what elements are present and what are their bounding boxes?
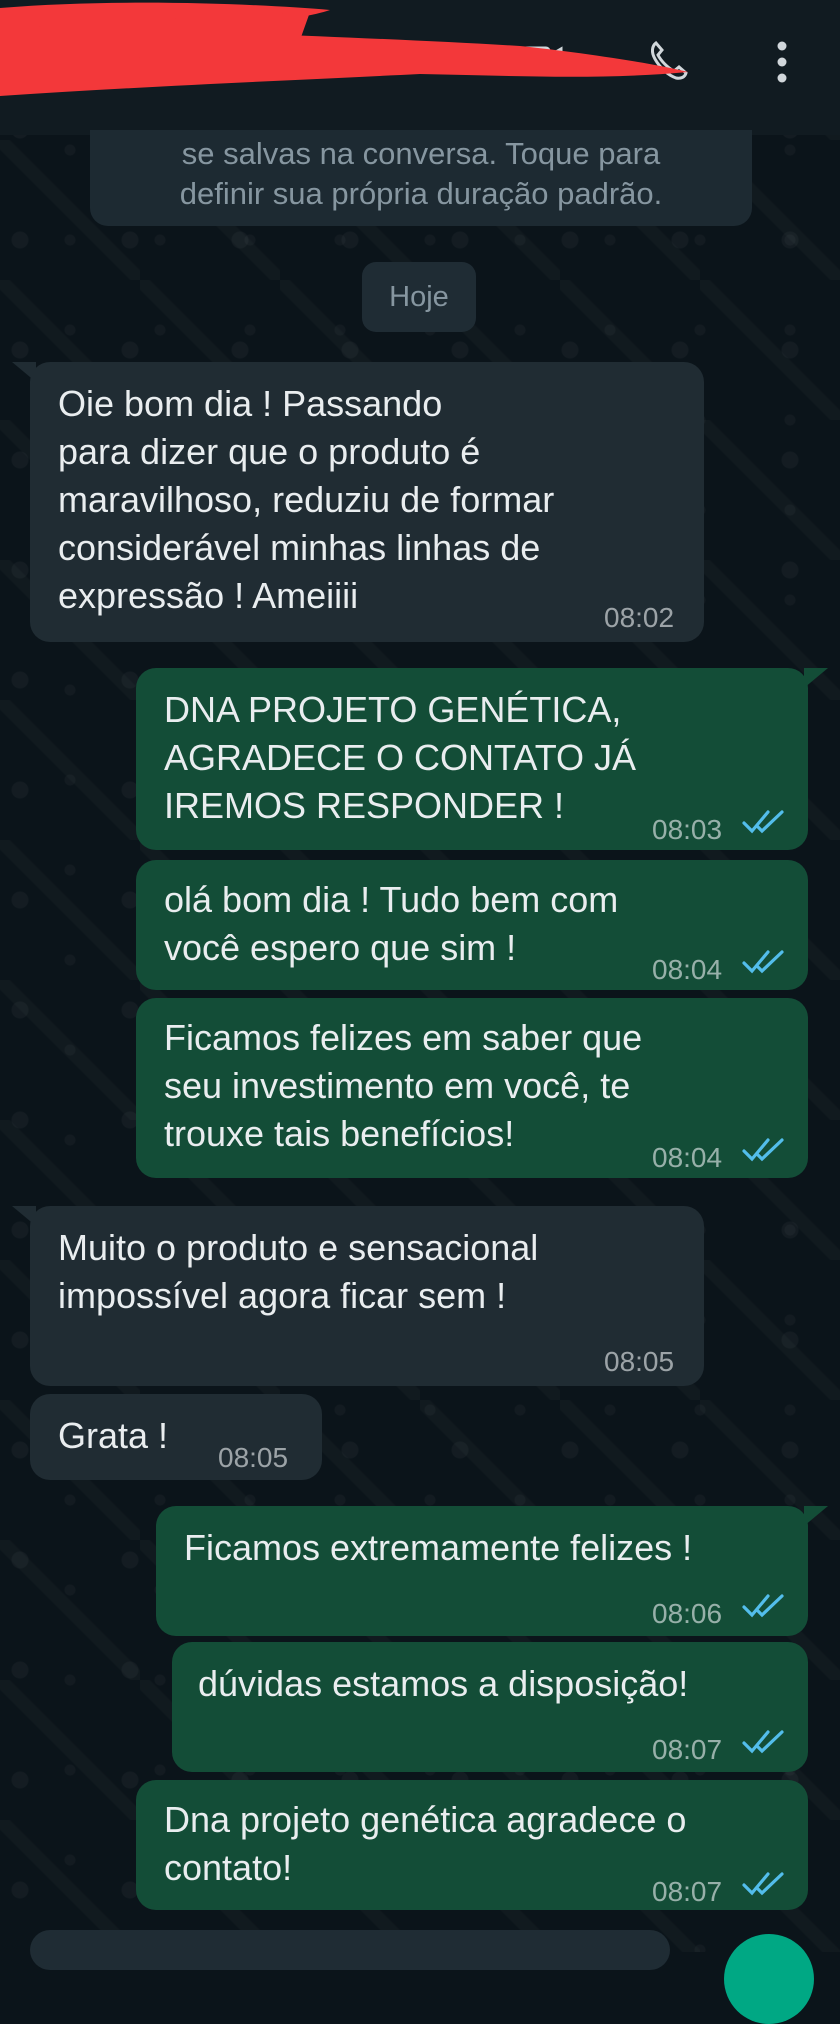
- message-time: 08:07: [652, 1734, 723, 1765]
- message-time: 08:05: [218, 1442, 289, 1473]
- chat-header: [0, 0, 840, 135]
- message-line: Ficamos extremamente felizes !: [184, 1527, 693, 1568]
- message-line: maravilhoso, reduziu de formar: [58, 479, 555, 520]
- read-ticks-icon: [742, 1872, 784, 1896]
- message-line: para dizer que o produto é: [58, 431, 481, 472]
- message-time: 08:06: [652, 1598, 723, 1629]
- message-line: DNA PROJETO GENÉTICA,: [164, 689, 622, 730]
- notice-line-2: definir sua própria duração padrão.: [179, 176, 663, 211]
- mic-button[interactable]: [724, 1934, 814, 2024]
- redaction-scribble: [0, 2, 688, 97]
- message-input-bar[interactable]: [30, 1930, 670, 1970]
- more-vert-icon[interactable]: [770, 40, 794, 89]
- outgoing-message[interactable]: olá bom dia ! Tudo bem com você espero q…: [136, 860, 808, 990]
- message-time: 08:03: [652, 814, 723, 845]
- read-ticks-icon: [742, 1730, 784, 1754]
- message-line: Grata !: [58, 1415, 169, 1456]
- incoming-message[interactable]: Oie bom dia ! Passando para dizer que o …: [30, 362, 704, 642]
- notice-line-1: se salvas na conversa. Toque para: [181, 136, 661, 171]
- incoming-message[interactable]: Grata ! 08:05: [30, 1394, 322, 1480]
- read-ticks-icon: [742, 950, 784, 974]
- disappearing-messages-notice[interactable]: se salvas na conversa. Toque para defini…: [90, 130, 752, 226]
- message-line: Muito o produto e sensacional: [58, 1227, 539, 1268]
- outgoing-message[interactable]: Dna projeto genética agradece o contato!…: [136, 1780, 808, 1910]
- message-time: 08:07: [652, 1876, 723, 1907]
- read-ticks-icon: [742, 1138, 784, 1162]
- outgoing-message[interactable]: dúvidas estamos a disposição! 08:07: [172, 1642, 808, 1772]
- outgoing-message[interactable]: Ficamos extremamente felizes ! 08:06: [156, 1506, 808, 1636]
- message-time: 08:05: [604, 1346, 675, 1377]
- message-line: Oie bom dia ! Passando: [58, 383, 443, 424]
- message-line: você espero que sim !: [164, 927, 517, 968]
- message-line: dúvidas estamos a disposição!: [198, 1663, 689, 1704]
- incoming-message[interactable]: Muito o produto e sensacional impossível…: [30, 1206, 704, 1386]
- message-line: trouxe tais benefícios!: [164, 1113, 515, 1154]
- read-ticks-icon: [742, 1594, 784, 1618]
- message-line: Ficamos felizes em saber que: [164, 1017, 643, 1058]
- read-ticks-icon: [742, 810, 784, 834]
- bubble-tail: [804, 668, 828, 688]
- message-line: AGRADECE O CONTATO JÁ: [164, 737, 637, 778]
- message-time: 08:02: [604, 602, 675, 633]
- message-line: contato!: [164, 1847, 293, 1888]
- date-separator: Hoje: [362, 262, 476, 332]
- message-line: impossível agora ficar sem !: [58, 1275, 507, 1316]
- outgoing-message[interactable]: DNA PROJETO GENÉTICA, AGRADECE O CONTATO…: [136, 668, 808, 850]
- message-time: 08:04: [652, 954, 723, 985]
- outgoing-message[interactable]: Ficamos felizes em saber que seu investi…: [136, 998, 808, 1178]
- bubble-tail: [12, 1206, 36, 1226]
- message-line: Dna projeto genética agradece o: [164, 1799, 687, 1840]
- bubble-tail: [804, 1506, 828, 1526]
- message-time: 08:04: [652, 1142, 723, 1173]
- message-line: IREMOS RESPONDER !: [164, 785, 565, 826]
- message-line: olá bom dia ! Tudo bem com: [164, 879, 619, 920]
- message-line: expressão ! Ameiiii: [58, 575, 359, 616]
- message-line: considerável minhas linhas de: [58, 527, 541, 568]
- bubble-tail: [12, 362, 36, 382]
- message-line: seu investimento em você, te: [164, 1065, 631, 1106]
